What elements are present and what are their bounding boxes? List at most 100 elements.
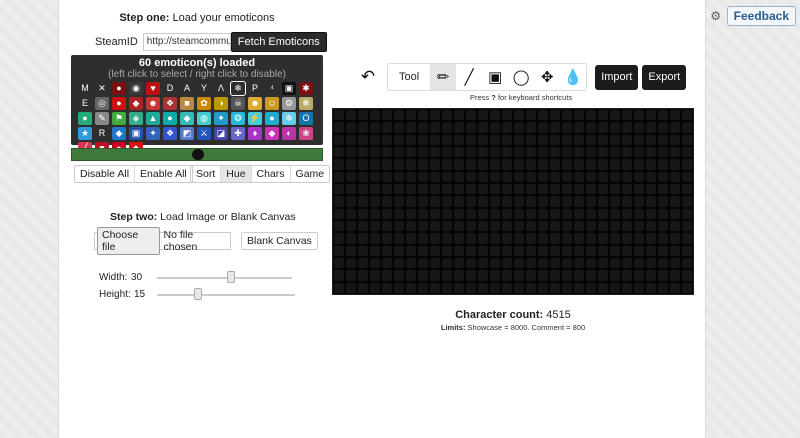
canvas-cell[interactable] [634,147,644,158]
canvas-cell[interactable] [502,221,512,232]
canvas-cell[interactable] [418,110,428,121]
emoticon-item[interactable]: ◍ [197,112,211,125]
canvas-cell[interactable] [514,245,524,256]
canvas-cell[interactable] [670,221,680,232]
canvas-cell[interactable] [370,233,380,244]
canvas-cell[interactable] [430,122,440,133]
emoticon-item[interactable]: ● [163,112,177,125]
canvas-cell[interactable] [418,221,428,232]
canvas-cell[interactable] [334,221,344,232]
canvas-cell[interactable] [442,110,452,121]
canvas-cell[interactable] [658,282,668,293]
canvas-cell[interactable] [622,147,632,158]
canvas-cell[interactable] [634,196,644,207]
canvas-cell[interactable] [526,282,536,293]
canvas-cell[interactable] [334,171,344,182]
canvas-cell[interactable] [598,208,608,219]
canvas-cell[interactable] [562,147,572,158]
canvas-cell[interactable] [346,208,356,219]
canvas-cell[interactable] [586,159,596,170]
canvas-cell[interactable] [478,171,488,182]
canvas-cell[interactable] [406,184,416,195]
canvas-cell[interactable] [442,184,452,195]
canvas-cell[interactable] [670,147,680,158]
canvas-cell[interactable] [610,208,620,219]
canvas-cell[interactable] [586,171,596,182]
canvas-cell[interactable] [514,233,524,244]
canvas-cell[interactable] [622,171,632,182]
canvas-cell[interactable] [658,196,668,207]
canvas-cell[interactable] [490,270,500,281]
canvas-cell[interactable] [622,184,632,195]
canvas-cell[interactable] [550,159,560,170]
canvas-cell[interactable] [682,171,692,182]
canvas-cell[interactable] [574,258,584,269]
canvas-cell[interactable] [370,196,380,207]
canvas-cell[interactable] [622,270,632,281]
canvas-cell[interactable] [610,258,620,269]
canvas-cell[interactable] [502,270,512,281]
canvas-cell[interactable] [646,134,656,145]
canvas-cell[interactable] [346,171,356,182]
canvas-cell[interactable] [538,282,548,293]
canvas-cell[interactable] [346,233,356,244]
canvas-cell[interactable] [526,196,536,207]
canvas-cell[interactable] [562,258,572,269]
canvas-cell[interactable] [610,270,620,281]
canvas-cell[interactable] [478,208,488,219]
canvas-cell[interactable] [670,159,680,170]
canvas-cell[interactable] [682,221,692,232]
hue-slider-track[interactable] [71,148,323,161]
emoticon-item[interactable]: ✿ [197,97,211,110]
canvas-cell[interactable] [682,233,692,244]
canvas-cell[interactable] [610,110,620,121]
canvas-cell[interactable] [334,245,344,256]
canvas-cell[interactable] [382,233,392,244]
canvas-cell[interactable] [346,196,356,207]
canvas-cell[interactable] [622,134,632,145]
canvas-cell[interactable] [646,270,656,281]
canvas-cell[interactable] [550,196,560,207]
canvas-cell[interactable] [586,233,596,244]
canvas-cell[interactable] [670,282,680,293]
canvas-cell[interactable] [622,282,632,293]
canvas-cell[interactable] [682,196,692,207]
canvas-cell[interactable] [658,159,668,170]
canvas-cell[interactable] [490,110,500,121]
canvas-cell[interactable] [622,208,632,219]
canvas-cell[interactable] [358,122,368,133]
canvas-cell[interactable] [358,159,368,170]
canvas-cell[interactable] [514,184,524,195]
canvas-cell[interactable] [478,196,488,207]
canvas-cell[interactable] [406,122,416,133]
canvas-cell[interactable] [658,208,668,219]
canvas-cell[interactable] [658,171,668,182]
canvas-cell[interactable] [682,208,692,219]
canvas-cell[interactable] [646,221,656,232]
emoticon-item[interactable]: ✚ [231,127,245,140]
canvas-cell[interactable] [646,184,656,195]
canvas-cell[interactable] [466,159,476,170]
canvas-cell[interactable] [646,110,656,121]
canvas-cell[interactable] [502,159,512,170]
canvas-cell[interactable] [490,159,500,170]
canvas-cell[interactable] [610,171,620,182]
canvas-cell[interactable] [502,122,512,133]
emoticon-item[interactable]: D [163,82,177,95]
emoticon-item[interactable]: ❂ [231,112,245,125]
canvas-cell[interactable] [370,270,380,281]
canvas-cell[interactable] [634,110,644,121]
emoticon-item[interactable]: ● [78,112,92,125]
emoticon-item[interactable]: ❄ [282,112,296,125]
canvas-cell[interactable] [670,171,680,182]
canvas-cell[interactable] [682,245,692,256]
canvas-cell[interactable] [490,147,500,158]
canvas-cell[interactable] [598,110,608,121]
enable-all-button[interactable]: Enable All [135,166,192,182]
canvas-cell[interactable] [430,171,440,182]
canvas-cell[interactable] [358,270,368,281]
canvas-cell[interactable] [370,171,380,182]
canvas-cell[interactable] [466,282,476,293]
emoticon-item[interactable]: ☠ [231,97,245,110]
canvas-cell[interactable] [394,184,404,195]
